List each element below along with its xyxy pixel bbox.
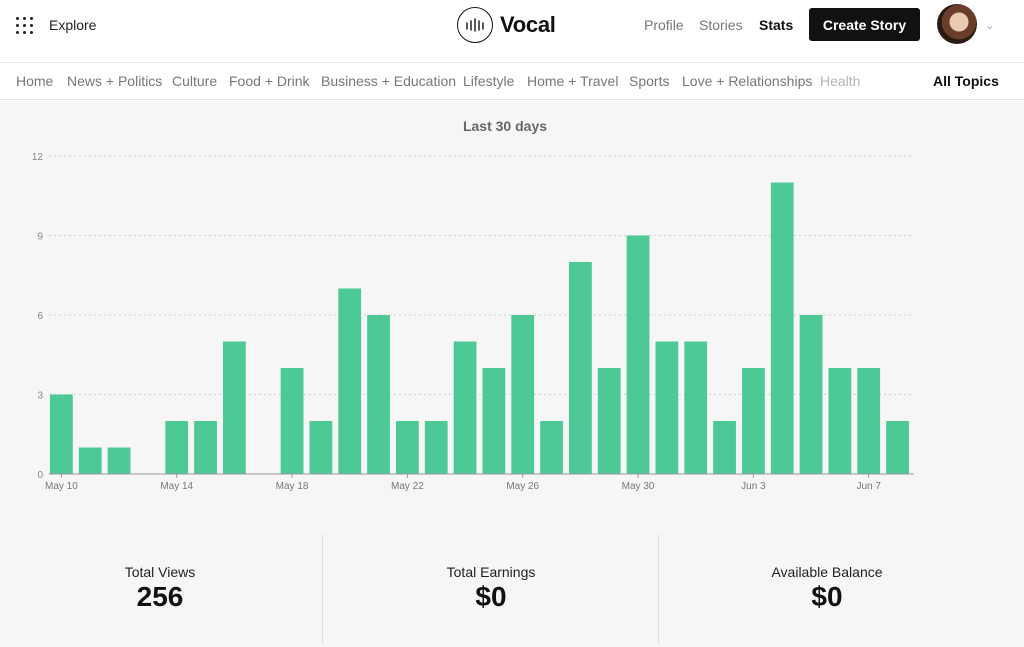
available-balance-label: Available Balance [771, 564, 883, 580]
y-tick-label: 12 [32, 152, 44, 163]
avatar[interactable] [937, 4, 977, 44]
chart-bar[interactable] [540, 421, 563, 474]
x-tick-label: May 22 [391, 481, 424, 492]
grid-menu-icon [16, 16, 33, 34]
nav-stats[interactable]: Stats [759, 17, 793, 33]
chart-bar[interactable] [396, 421, 419, 474]
topic-sports[interactable]: Sports [629, 73, 669, 89]
chart-bar[interactable] [597, 368, 621, 474]
chart-bar[interactable] [309, 421, 333, 474]
create-story-button[interactable]: Create Story [809, 8, 920, 41]
y-tick-label: 9 [37, 232, 43, 243]
x-tick-label: May 26 [506, 481, 539, 492]
topic-love-relationships[interactable]: Love + Relationships [682, 73, 812, 89]
explore-menu[interactable]: Explore [16, 14, 96, 36]
chart-bar[interactable] [280, 368, 304, 474]
total-earnings-stat: Total Earnings $0 [331, 534, 651, 644]
vocal-logo-icon [457, 7, 493, 43]
topic-lifestyle[interactable]: Lifestyle [463, 73, 514, 89]
explore-label: Explore [49, 17, 97, 33]
all-topics-link[interactable]: All Topics [933, 73, 999, 89]
chart-bar[interactable] [107, 447, 131, 475]
total-earnings-value: $0 [475, 581, 507, 612]
views-bar-chart: 0 3 6 9 12 May 10 May 14 May 18 May 22 May 26 May … [32, 152, 914, 492]
x-tick-label: Jun 3 [741, 481, 766, 492]
chart-bar[interactable] [713, 421, 736, 474]
x-tick-label: Jun 7 [856, 481, 881, 492]
chart-bar[interactable] [886, 421, 909, 474]
chart-bar[interactable] [511, 315, 535, 474]
chart-bar[interactable] [569, 262, 592, 474]
chart-bar[interactable] [770, 182, 794, 475]
chart-bar[interactable] [338, 288, 362, 475]
chart-bar[interactable] [655, 341, 679, 475]
stat-divider [658, 534, 659, 644]
chart-bar[interactable] [223, 341, 246, 475]
logo-text: Vocal [500, 12, 556, 37]
total-views-stat: Total Views 256 [0, 534, 320, 644]
chart-bar[interactable] [50, 394, 73, 475]
available-balance-stat: Available Balance $0 [667, 534, 987, 644]
y-tick-label: 3 [37, 391, 43, 402]
stats-summary: Total Views 256 Total Earnings $0 Availa… [0, 534, 1024, 644]
topic-health[interactable]: Health [820, 73, 860, 89]
total-views-label: Total Views [124, 564, 196, 580]
topic-culture[interactable]: Culture [172, 73, 217, 89]
stats-main: Last 30 days 0 3 6 9 12 May 10 May 14 May 18 May… [0, 101, 1024, 647]
chart-bar[interactable] [742, 368, 765, 474]
chart-bar[interactable] [828, 368, 852, 474]
chart-bar[interactable] [367, 315, 390, 474]
x-tick-label: May 10 [45, 481, 78, 492]
chart-bar[interactable] [424, 421, 448, 474]
topic-home[interactable]: Home [16, 73, 53, 89]
x-tick-label: May 18 [276, 481, 309, 492]
nav-profile[interactable]: Profile [644, 17, 684, 33]
chart-bar[interactable] [857, 368, 881, 474]
vocal-logo[interactable]: Vocal [457, 6, 556, 44]
chart-bar[interactable] [165, 421, 189, 474]
stat-divider [322, 534, 323, 644]
x-tick-label: May 14 [160, 481, 193, 492]
topic-business-education[interactable]: Business + Education [321, 73, 456, 89]
chevron-down-icon[interactable]: ⌄ [985, 19, 994, 32]
chart-bar[interactable] [194, 421, 217, 474]
topics-bar: Home News + Politics Culture Food + Drin… [0, 63, 1024, 100]
topic-news-politics[interactable]: News + Politics [67, 73, 162, 89]
available-balance-value: $0 [811, 581, 843, 612]
topic-home-travel[interactable]: Home + Travel [527, 73, 618, 89]
total-earnings-label: Total Earnings [446, 564, 536, 580]
total-views-value: 256 [136, 581, 184, 612]
chart-bar[interactable] [78, 447, 102, 475]
x-tick-label: May 30 [622, 481, 655, 492]
y-tick-label: 0 [37, 470, 43, 481]
chart-bar[interactable] [799, 315, 823, 474]
chart-bar[interactable] [482, 368, 506, 474]
topic-food-drink[interactable]: Food + Drink [229, 73, 310, 89]
chart-bar[interactable] [684, 341, 708, 475]
top-header: Explore Vocal Profile Stories Stats Crea… [0, 0, 1024, 63]
chart-bar[interactable] [626, 235, 650, 475]
chart-bar[interactable] [453, 341, 477, 475]
nav-stories[interactable]: Stories [699, 17, 743, 33]
y-tick-label: 6 [37, 311, 43, 322]
